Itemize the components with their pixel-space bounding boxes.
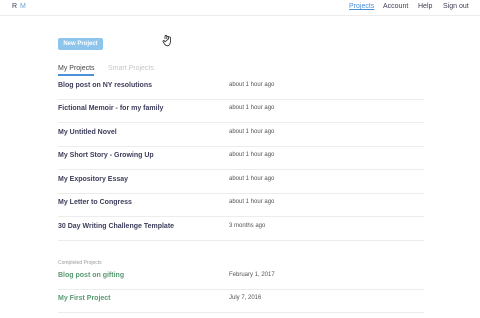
project-title[interactable]: My Short Story - Growing Up [58, 152, 154, 159]
project-title[interactable]: Fictional Memoir - for my family [58, 105, 163, 112]
project-title[interactable]: My First Project [58, 295, 111, 302]
project-row[interactable]: 30 Day Writing Challenge Template 3 mont… [58, 218, 424, 241]
project-completed-date: July 7, 2016 [229, 295, 262, 301]
logo-letter-r: R [12, 3, 18, 10]
completed-project-row[interactable]: Blog post on gifting February 1, 2017 [58, 267, 424, 290]
new-project-button[interactable]: New Project [58, 38, 103, 50]
project-updated-time: 3 months ago [229, 223, 266, 229]
tab-smart-projects[interactable]: Smart Projects [108, 65, 154, 72]
project-row[interactable]: My Letter to Congress about 1 hour ago [58, 194, 424, 217]
project-row[interactable]: My Short Story - Growing Up about 1 hour… [58, 147, 424, 170]
project-updated-time: about 1 hour ago [229, 82, 275, 88]
project-title[interactable]: Blog post on NY resolutions [58, 82, 152, 89]
project-title[interactable]: My Expository Essay [58, 176, 128, 183]
project-row[interactable]: Fictional Memoir - for my family about 1… [58, 100, 424, 123]
nav-account-link[interactable]: Account [383, 3, 408, 10]
nav-sign-out-link[interactable]: Sign out [443, 3, 469, 10]
project-title[interactable]: My Untitled Novel [58, 129, 117, 136]
project-updated-time: about 1 hour ago [229, 176, 275, 182]
logo-letter-m: M [20, 3, 27, 10]
nav-projects-link[interactable]: Projects [349, 3, 374, 10]
project-row[interactable]: My Untitled Novel about 1 hour ago [58, 124, 424, 147]
project-completed-date: February 1, 2017 [229, 272, 275, 278]
project-updated-time: about 1 hour ago [229, 199, 275, 205]
project-row[interactable]: Blog post on NY resolutions about 1 hour… [58, 77, 424, 100]
project-title[interactable]: Blog post on gifting [58, 272, 124, 279]
completed-project-row[interactable]: My First Project July 7, 2016 [58, 290, 424, 313]
project-title[interactable]: My Letter to Congress [58, 199, 132, 206]
nav-help-link[interactable]: Help [418, 3, 432, 10]
tab-my-projects[interactable]: My Projects [58, 65, 95, 72]
completed-projects-heading: Completed Projects [58, 260, 102, 266]
project-updated-time: about 1 hour ago [229, 129, 275, 135]
project-row[interactable]: My Expository Essay about 1 hour ago [58, 171, 424, 194]
project-title[interactable]: 30 Day Writing Challenge Template [58, 223, 174, 230]
mouse-cursor-icon [162, 34, 171, 47]
app-logo[interactable]: R M [12, 3, 26, 10]
active-tab-indicator [58, 74, 94, 76]
top-navigation-bar: R M Projects Account Help Sign out [0, 0, 480, 16]
project-updated-time: about 1 hour ago [229, 152, 275, 158]
project-updated-time: about 1 hour ago [229, 105, 275, 111]
